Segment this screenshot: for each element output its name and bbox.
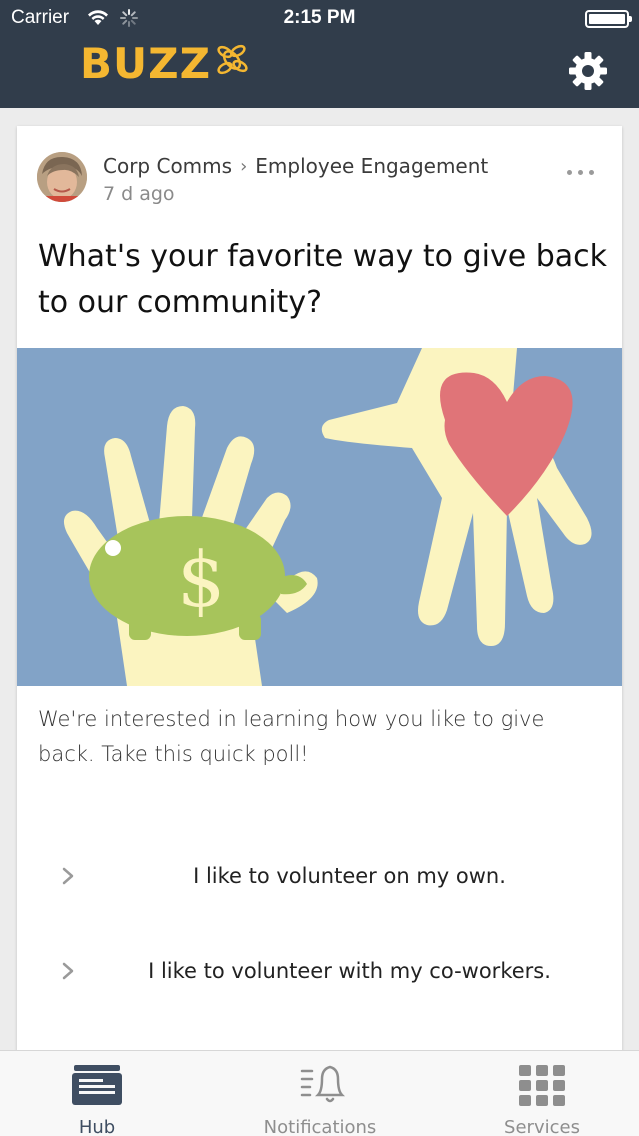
chevron-right-icon — [62, 962, 74, 980]
author-link[interactable]: Corp Comms — [103, 154, 232, 178]
post-breadcrumb: Corp Comms › Employee Engagement — [103, 154, 488, 178]
poll-option[interactable]: I like to volunteer with my co-workers. — [17, 941, 622, 1001]
grid-icon — [519, 1065, 565, 1106]
bee-icon — [217, 44, 248, 75]
post-image: $ — [17, 348, 622, 686]
app-logo: BUZZ — [80, 38, 251, 88]
logo-text: BUZZ — [80, 38, 212, 88]
post-timestamp: 7 d ago — [103, 183, 175, 205]
tab-notifications-label: Notifications — [263, 1117, 377, 1136]
tab-hub-label: Hub — [78, 1117, 116, 1136]
more-options-icon[interactable] — [567, 170, 594, 175]
tab-hub[interactable]: Hub — [40, 1051, 154, 1136]
post-title: What's your favorite way to give back to… — [38, 239, 607, 320]
chevron-right-icon: › — [240, 155, 248, 177]
avatar[interactable] — [37, 152, 87, 202]
tab-services[interactable]: Services — [488, 1051, 596, 1136]
app-header: Carrier 2:15 PM BUZZ — [0, 0, 639, 108]
chevron-right-icon — [62, 867, 74, 885]
group-link[interactable]: Employee Engagement — [255, 154, 488, 178]
poll-option-label: I like to volunteer with my co-workers. — [148, 959, 551, 983]
poll-option[interactable]: I prefer to simply give money or — [17, 1031, 622, 1050]
gear-icon[interactable] — [567, 50, 609, 92]
status-bar: Carrier 2:15 PM — [0, 0, 639, 36]
tab-bar: Hub Notifications Services — [0, 1050, 639, 1136]
notifications-bell-icon — [300, 1065, 346, 1103]
post-body: We're interested in learning how you lik… — [38, 707, 545, 766]
poll-option-label: I prefer to simply give money or — [97, 1031, 602, 1050]
svg-text:$: $ — [177, 535, 225, 624]
tab-notifications[interactable]: Notifications — [240, 1051, 400, 1136]
status-time: 2:15 PM — [283, 7, 356, 28]
hub-icon — [72, 1065, 122, 1105]
feed[interactable]: Corp Comms › Employee Engagement 7 d ago… — [0, 108, 639, 1050]
battery-icon — [585, 10, 632, 28]
poll-option[interactable]: I like to volunteer on my own. — [17, 846, 622, 906]
post-card[interactable]: Corp Comms › Employee Engagement 7 d ago… — [17, 126, 622, 1050]
tab-services-label: Services — [504, 1117, 580, 1136]
poll-option-label: I like to volunteer on my own. — [193, 864, 506, 888]
